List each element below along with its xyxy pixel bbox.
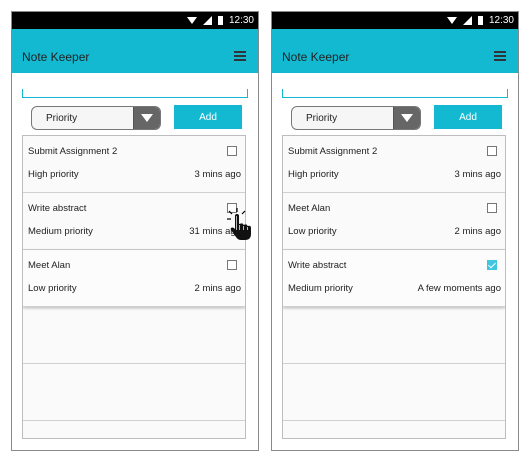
add-button[interactable]: Add: [174, 105, 242, 129]
list-item[interactable]: Write abstract Medium priority A few mom…: [283, 250, 505, 307]
status-bar: 12:30: [12, 12, 258, 29]
list-item[interactable]: Submit Assignment 2 High priority 3 mins…: [23, 136, 245, 193]
phone-screen-before: 12:30 Note Keeper Priority Add Submit As…: [11, 11, 259, 451]
notes-list: Submit Assignment 2 High priority 3 mins…: [22, 135, 246, 439]
note-title: Write abstract: [288, 260, 347, 271]
hamburger-menu-icon[interactable]: [494, 51, 506, 61]
empty-list-row: [23, 364, 245, 421]
clock: 12:30: [488, 15, 514, 26]
note-time: 3 mins ago: [194, 169, 241, 180]
notes-list: Submit Assignment 2 High priority 3 mins…: [282, 135, 506, 439]
note-priority: Low priority: [28, 283, 77, 294]
phone-screen-after: 12:30 Note Keeper Priority Add Submit As…: [271, 11, 519, 451]
note-priority: High priority: [288, 169, 339, 180]
wifi-icon: [186, 17, 197, 24]
empty-list-row: [283, 307, 505, 364]
note-title: Submit Assignment 2: [28, 146, 118, 157]
note-title: Write abstract: [28, 203, 87, 214]
hamburger-menu-icon[interactable]: [234, 51, 246, 61]
signal-icon: [202, 16, 212, 25]
note-checkbox[interactable]: [227, 146, 237, 156]
list-item[interactable]: Write abstract Medium priority 31 mins a…: [23, 193, 245, 250]
app-bar: Note Keeper: [272, 29, 518, 73]
priority-select[interactable]: Priority: [31, 106, 161, 130]
add-button[interactable]: Add: [434, 105, 502, 129]
battery-icon: [477, 16, 483, 25]
note-time: 2 mins ago: [194, 283, 241, 294]
note-checkbox[interactable]: [487, 146, 497, 156]
wifi-icon: [446, 17, 457, 24]
note-time: 3 mins ago: [454, 169, 501, 180]
note-title: Meet Alan: [28, 260, 71, 271]
list-item[interactable]: Meet Alan Low priority 2 mins ago: [23, 250, 245, 307]
clock: 12:30: [228, 15, 254, 26]
note-checkbox-checked[interactable]: [487, 260, 497, 270]
app-title: Note Keeper: [282, 50, 350, 64]
dropdown-arrow-icon[interactable]: [133, 107, 160, 129]
note-checkbox[interactable]: [487, 203, 497, 213]
note-priority: Low priority: [288, 226, 337, 237]
dropdown-arrow-icon[interactable]: [393, 107, 420, 129]
note-time: A few moments ago: [417, 283, 501, 294]
note-checkbox[interactable]: [227, 260, 237, 270]
empty-list-row: [283, 364, 505, 421]
empty-list-row: [23, 307, 245, 364]
hand-pointer-icon: [227, 208, 251, 240]
app-bar: Note Keeper: [12, 29, 258, 73]
priority-select-value: Priority: [46, 112, 78, 124]
list-item[interactable]: Meet Alan Low priority 2 mins ago: [283, 193, 505, 250]
list-item[interactable]: Submit Assignment 2 High priority 3 mins…: [283, 136, 505, 193]
note-priority: High priority: [28, 169, 79, 180]
note-priority: Medium priority: [288, 283, 353, 294]
signal-icon: [462, 16, 472, 25]
app-title: Note Keeper: [22, 50, 90, 64]
note-title: Meet Alan: [288, 203, 331, 214]
note-input[interactable]: [282, 89, 508, 98]
note-input[interactable]: [22, 89, 248, 98]
note-priority: Medium priority: [28, 226, 93, 237]
note-title: Submit Assignment 2: [288, 146, 378, 157]
note-time: 2 mins ago: [454, 226, 501, 237]
status-bar: 12:30: [272, 12, 518, 29]
priority-select[interactable]: Priority: [291, 106, 421, 130]
battery-icon: [217, 16, 223, 25]
priority-select-value: Priority: [306, 112, 338, 124]
